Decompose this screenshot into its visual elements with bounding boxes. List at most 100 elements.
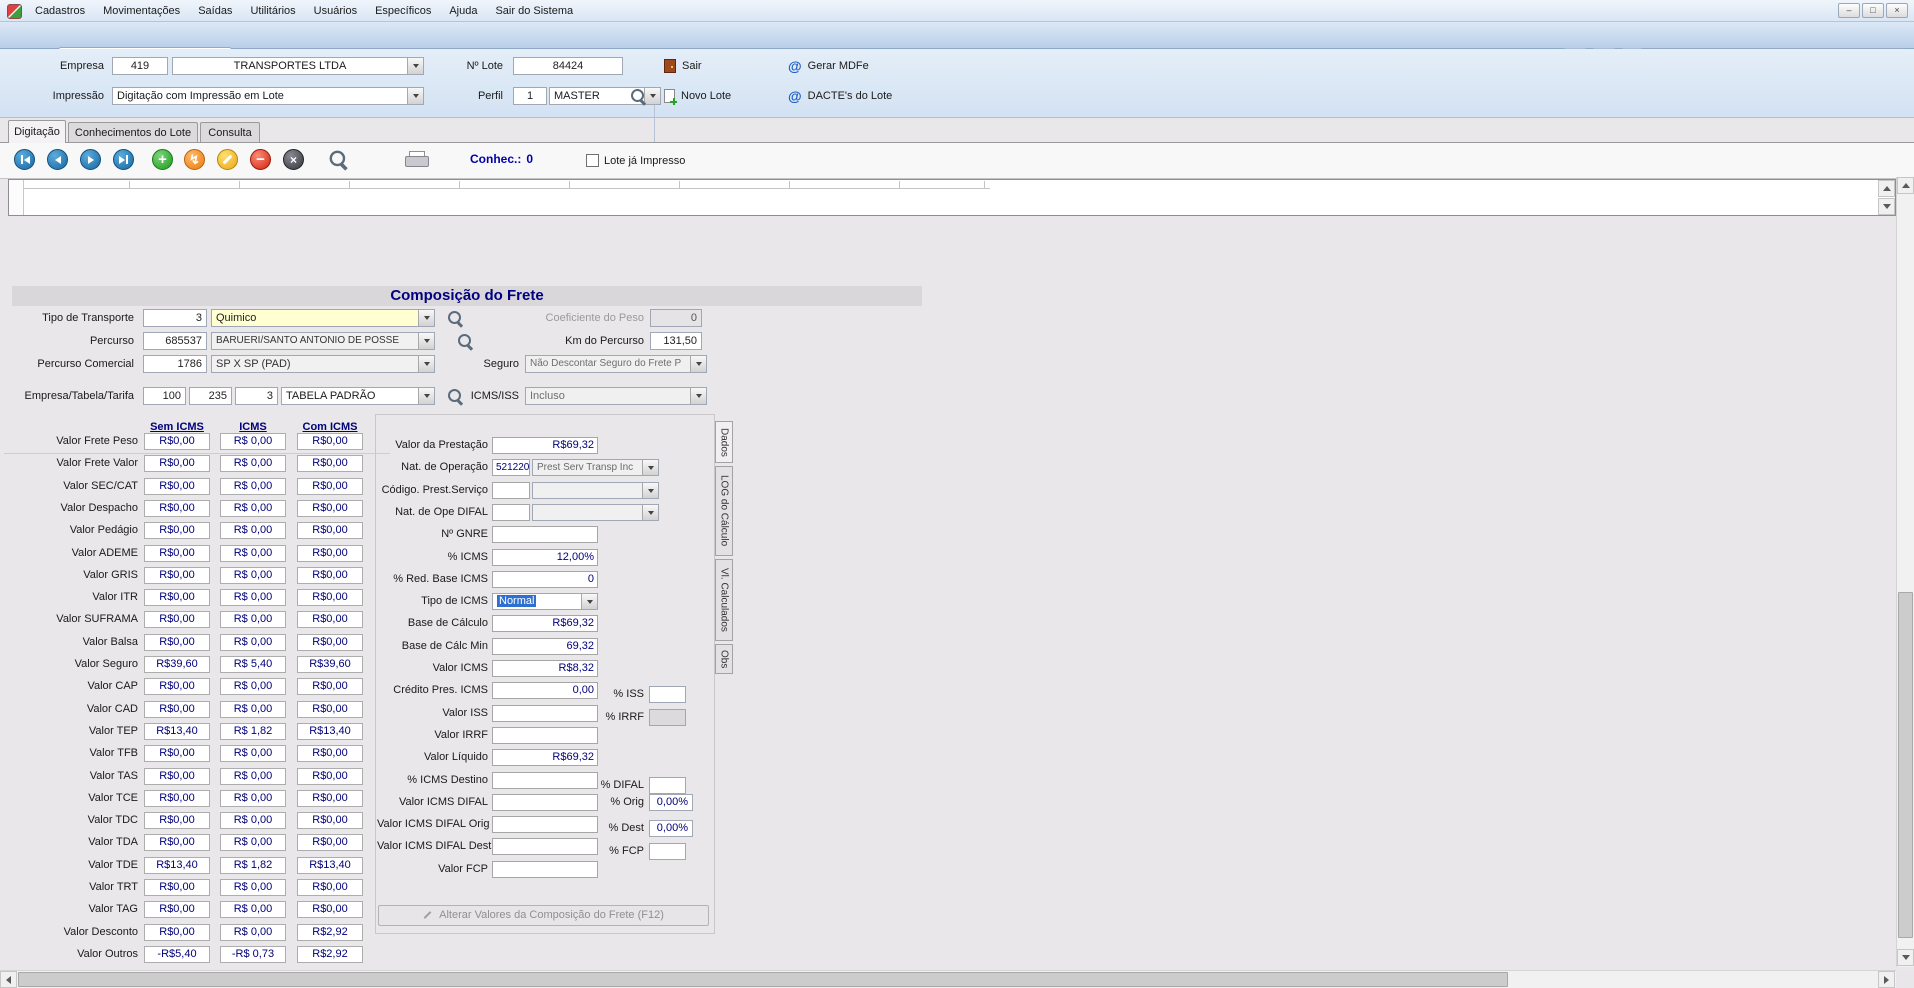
menu-item[interactable]: Sair do Sistema [486,0,582,22]
tab-conhecimentos-do-lote[interactable]: Conhecimentos do Lote [68,122,198,143]
grid-scroll-down-button[interactable] [1878,198,1895,215]
calc-row-code-input[interactable] [492,504,530,521]
seguro-combobox[interactable]: Não Descontar Seguro do Frete P [525,355,707,373]
dacte-lote-button[interactable]: @ DACTE's do Lote [788,87,892,105]
menu-item[interactable]: Utilitários [241,0,304,22]
calc-row-combobox[interactable]: Prest Serv Transp Inc [532,459,659,476]
scroll-down-button[interactable] [1897,949,1914,966]
horizontal-scrollbar[interactable] [0,970,1896,988]
side-tab-obs[interactable]: Obs [715,644,733,674]
edit-record-button[interactable] [217,149,238,170]
close-button[interactable]: × [1886,3,1908,18]
tab-digitacao[interactable]: Digitação [8,120,66,143]
tabela-empresa-field[interactable]: 100 [143,387,186,405]
valor-com-icms-cell[interactable]: R$0,00 [297,901,363,918]
perc-orig-field[interactable]: 0,00% [649,794,693,811]
horizontal-scroll-thumb[interactable] [18,972,1508,987]
perc-dest-field[interactable]: 0,00% [649,820,693,837]
calc-row-input[interactable]: 0 [492,571,598,588]
scroll-up-button[interactable] [1897,177,1914,194]
grid-scroll-up-button[interactable] [1878,180,1895,197]
calc-row-input[interactable]: R$69,32 [492,615,598,632]
calc-row-code-input[interactable] [492,482,530,499]
gerar-mdfe-button[interactable]: @ Gerar MDFe [788,57,869,75]
lote-impresso-checkbox[interactable] [586,154,599,167]
post-record-button[interactable]: ↯ [184,149,205,170]
impressao-combobox[interactable]: Digitação com Impressão em Lote [112,87,424,105]
valor-com-icms-cell[interactable]: R$0,00 [297,879,363,896]
valor-com-icms-cell[interactable]: R$2,92 [297,946,363,963]
percurso-search-icon[interactable] [457,333,473,349]
last-record-button[interactable] [113,149,134,170]
calc-row-input[interactable] [492,526,598,543]
vertical-scrollbar[interactable] [1896,177,1914,967]
calc-row-combobox[interactable] [532,504,659,521]
valor-sem-icms-cell[interactable]: R$0,00 [144,924,210,941]
side-tab-log-calculo[interactable]: LOG do Cálculo [715,466,733,556]
calc-row-input[interactable]: 12,00% [492,549,598,566]
menu-item[interactable]: Usuários [305,0,366,22]
chevron-down-icon[interactable] [690,388,706,404]
cancel-record-button[interactable]: × [283,149,304,170]
valor-icms-cell[interactable]: -R$ 0,73 [220,946,286,963]
calc-row-input[interactable]: 0,00 [492,682,598,699]
chevron-down-icon[interactable] [581,594,597,609]
maximize-button[interactable]: □ [1862,3,1884,18]
valor-com-icms-cell[interactable]: R$2,92 [297,924,363,941]
perc-iss-field[interactable] [649,686,686,703]
valor-sem-icms-cell[interactable]: -R$5,40 [144,946,210,963]
chevron-down-icon[interactable] [418,310,434,326]
calc-row-input[interactable] [492,794,598,811]
tipo-transporte-combobox[interactable]: Quimico [211,309,435,327]
calc-row-input[interactable] [492,861,598,878]
scroll-left-button[interactable] [0,971,17,988]
icms-iss-combobox[interactable]: Incluso [525,387,707,405]
perc-difal-field[interactable] [649,777,686,794]
calc-row-input[interactable]: R$69,32 [492,749,598,766]
calc-row-input[interactable] [492,816,598,833]
lote-number-field[interactable]: 84424 [513,57,623,75]
previous-record-button[interactable] [47,149,68,170]
tab-consulta[interactable]: Consulta [200,122,260,143]
tipo-transporte-search-icon[interactable] [447,310,463,326]
menu-item[interactable]: Saídas [189,0,241,22]
chevron-down-icon[interactable] [644,88,660,104]
calc-row-code-input[interactable]: 521220 [492,459,530,476]
valor-icms-cell[interactable]: R$ 0,00 [220,879,286,896]
calc-row-input[interactable] [492,772,598,789]
tipo-transporte-code-field[interactable]: 3 [143,309,207,327]
km-percurso-field[interactable]: 131,50 [650,332,702,350]
valor-sem-icms-cell[interactable]: R$0,00 [144,901,210,918]
calc-row-combobox[interactable] [532,482,659,499]
chevron-down-icon[interactable] [407,88,423,104]
tabela-tarifa-field[interactable]: 3 [235,387,278,405]
chevron-down-icon[interactable] [642,483,658,498]
perc-fcp-field[interactable] [649,843,686,860]
side-tab-vl-calculados[interactable]: Vl. Calculados [715,559,733,641]
calc-row-input[interactable]: R$8,32 [492,660,598,677]
calc-row-input[interactable] [492,838,598,855]
vertical-scroll-thumb[interactable] [1898,592,1913,938]
sair-button[interactable]: Sair [664,57,702,75]
tabela-numero-field[interactable]: 235 [189,387,232,405]
scroll-right-button[interactable] [1878,971,1895,988]
perfil-code-field[interactable]: 1 [513,87,547,105]
chevron-down-icon[interactable] [418,333,434,349]
delete-record-button[interactable]: − [250,149,271,170]
percurso-comercial-combobox[interactable]: SP X SP (PAD) [211,355,435,373]
calc-row-input[interactable]: 69,32 [492,638,598,655]
valor-icms-cell[interactable]: R$ 0,00 [220,924,286,941]
first-record-button[interactable] [14,149,35,170]
calc-row-input[interactable]: R$69,32 [492,437,598,454]
side-tab-dados[interactable]: Dados [715,421,733,463]
search-record-icon[interactable] [328,149,347,168]
tabela-combobox[interactable]: TABELA PADRÃO [281,387,435,405]
chevron-down-icon[interactable] [642,460,658,475]
valor-sem-icms-cell[interactable]: R$0,00 [144,879,210,896]
percurso-comercial-code-field[interactable]: 1786 [143,355,207,373]
chevron-down-icon[interactable] [690,356,706,372]
empresa-combobox[interactable]: TRANSPORTES LTDA [172,57,424,75]
minimize-button[interactable]: – [1838,3,1860,18]
valor-icms-cell[interactable]: R$ 0,00 [220,901,286,918]
calc-row-combobox[interactable]: Normal [492,593,598,610]
